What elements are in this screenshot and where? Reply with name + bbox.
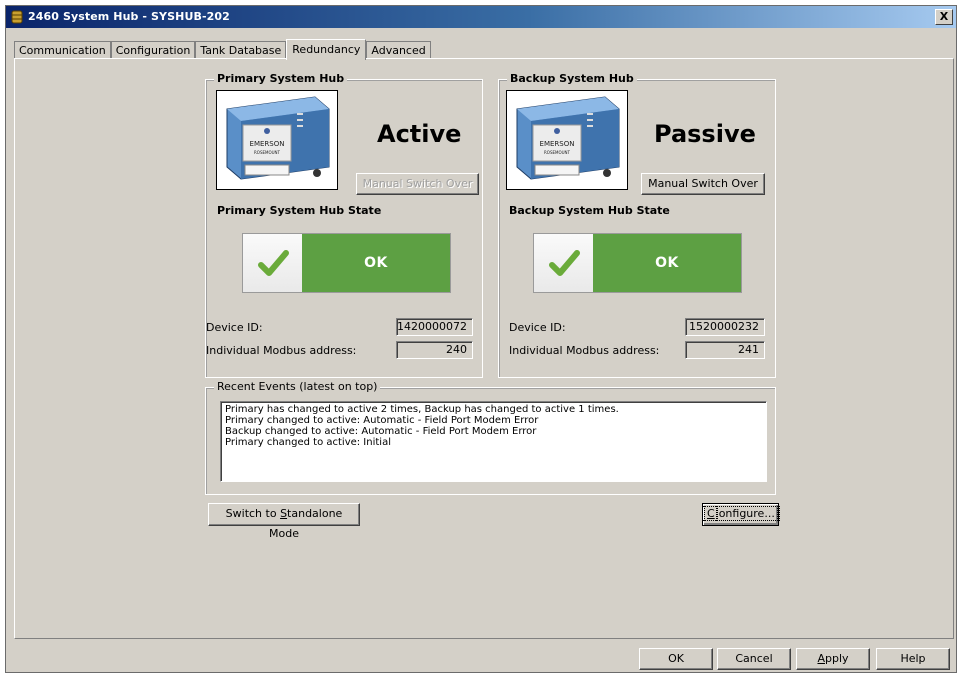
standalone-label-mnemonic: S [280, 507, 288, 520]
title-bar[interactable]: 2460 System Hub - SYSHUB-202 X [6, 6, 956, 28]
recent-events-title: Recent Events (latest on top) [214, 380, 381, 393]
event-line: Backup changed to active: Automatic - Fi… [225, 426, 537, 437]
backup-modbus-label: Individual Modbus address: [509, 344, 660, 357]
configure-button[interactable]: Configure... [702, 503, 780, 526]
system-hub-window: 2460 System Hub - SYSHUB-202 X Communica… [5, 5, 957, 673]
event-line: Primary has changed to active 2 times, B… [225, 404, 619, 415]
primary-device-image: EMERSON ROSEMOUNT [216, 90, 338, 190]
primary-state-label: Primary System Hub State [217, 204, 382, 217]
backup-state-value: OK [593, 234, 741, 292]
recent-events-group: Recent Events (latest on top) Primary ha… [205, 380, 776, 495]
window-title: 2460 System Hub - SYSHUB-202 [28, 10, 230, 23]
close-button[interactable]: X [935, 9, 953, 25]
recent-events-list[interactable]: Primary has changed to active 2 times, B… [220, 401, 767, 482]
primary-modbus-field: 240 [396, 341, 473, 359]
backup-manual-switch-button[interactable]: Manual Switch Over [641, 173, 765, 195]
primary-status-text: Active [377, 120, 462, 148]
apply-label-post: pply [825, 652, 849, 665]
backup-checkmark-icon [534, 234, 593, 292]
redundancy-panel: Primary System Hub EMERSON ROSEMOUNT Act… [14, 58, 954, 639]
configure-label-post: onfigure... [715, 506, 778, 521]
standalone-label-pre: Switch to [225, 507, 281, 520]
backup-hub-group-title: Backup System Hub [507, 72, 637, 85]
system-hub-device-icon: EMERSON ROSEMOUNT [516, 96, 620, 180]
backup-modbus-field: 241 [685, 341, 765, 359]
apply-button[interactable]: Apply [796, 648, 870, 670]
backup-hub-group: Backup System Hub EMERSON ROSEMOUNT Pass… [498, 72, 776, 378]
tank-app-icon [11, 10, 23, 24]
primary-device-id-field: 1420000072 [396, 318, 473, 336]
backup-state-label: Backup System Hub State [509, 204, 670, 217]
configure-label: Configure... [702, 506, 780, 521]
backup-device-id-field: 1520000232 [685, 318, 765, 336]
tab-strip: Communication Configuration Tank Databas… [14, 39, 431, 60]
backup-status-text: Passive [654, 120, 756, 148]
backup-device-id-label: Device ID: [509, 321, 566, 334]
configure-label-mnemonic: C [704, 506, 718, 521]
device-brand-text: EMERSON [250, 140, 285, 148]
apply-label-mnemonic: A [817, 652, 825, 665]
device-subbrand-text: ROSEMOUNT [544, 150, 571, 155]
tab-redundancy[interactable]: Redundancy [286, 39, 367, 60]
tab-communication[interactable]: Communication [14, 41, 111, 59]
cancel-button[interactable]: Cancel [717, 648, 791, 670]
primary-state-indicator: OK [242, 233, 451, 293]
event-line: Primary changed to active: Initial [225, 437, 391, 448]
system-hub-device-icon: EMERSON ROSEMOUNT [226, 96, 330, 180]
primary-manual-switch-button[interactable]: Manual Switch Over [356, 173, 479, 195]
switch-standalone-button[interactable]: Switch to Standalone Mode [208, 503, 360, 540]
ok-button[interactable]: OK [639, 648, 713, 670]
event-line: Primary changed to active: Automatic - F… [225, 415, 539, 426]
device-brand-text: EMERSON [540, 140, 575, 148]
backup-device-image: EMERSON ROSEMOUNT [506, 90, 628, 190]
tab-advanced[interactable]: Advanced [366, 41, 431, 59]
primary-state-value: OK [302, 234, 450, 292]
primary-hub-group: Primary System Hub EMERSON ROSEMOUNT Act… [205, 72, 483, 378]
primary-device-id-label: Device ID: [206, 321, 263, 334]
tab-configuration[interactable]: Configuration [110, 41, 196, 59]
tab-tank-database[interactable]: Tank Database [195, 41, 287, 59]
primary-modbus-label: Individual Modbus address: [206, 344, 357, 357]
primary-hub-group-title: Primary System Hub [214, 72, 348, 85]
help-button[interactable]: Help [876, 648, 950, 670]
backup-state-indicator: OK [533, 233, 742, 293]
device-subbrand-text: ROSEMOUNT [254, 150, 281, 155]
primary-checkmark-icon [243, 234, 302, 292]
